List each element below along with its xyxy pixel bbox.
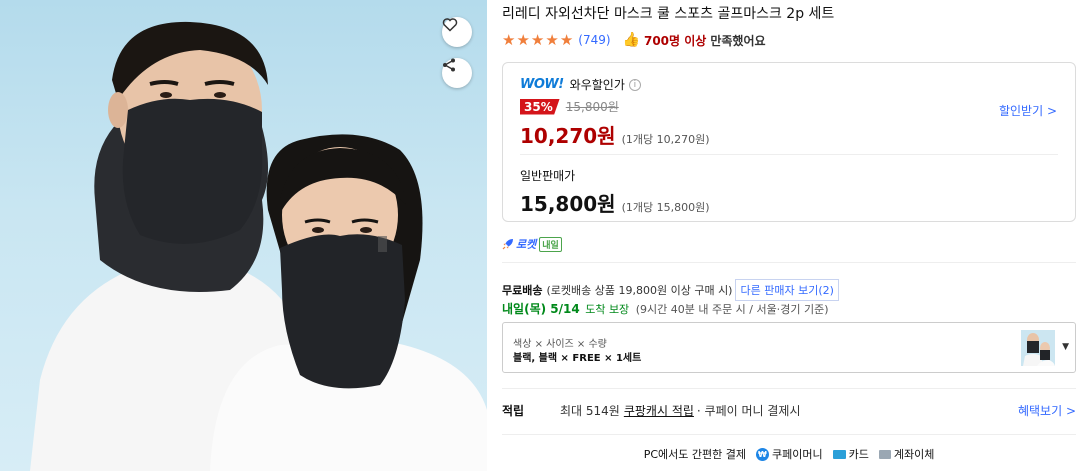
star-icon: ★ (502, 30, 516, 49)
normal-unit-price: (1개당 15,800원) (621, 201, 710, 214)
sale-price-row: 10,270원 (1개당 10,270원) (520, 120, 710, 149)
normal-price-row: 15,800원 (1개당 15,800원) (520, 188, 710, 217)
option-label: 색상 × 사이즈 × 수량 (513, 339, 607, 350)
star-icon: ★ (559, 30, 574, 49)
bank-transfer-label: 계좌이체 (893, 448, 935, 461)
discount-row: 35% 15,800원 (520, 98, 619, 115)
price-box: WOW! 와우할인가 i 35% 15,800원 10,270원 (1개당 10… (502, 62, 1076, 222)
normal-price-label: 일반판매가 (520, 169, 576, 183)
option-thumbnail (1021, 330, 1055, 366)
get-discount-link[interactable]: 할인받기 > (999, 102, 1057, 119)
coupang-cash-link[interactable]: 쿠팡캐시 적립 (624, 404, 694, 418)
star-icon: ★ (545, 30, 559, 49)
section-divider (502, 434, 1076, 435)
star-icon: ★ (516, 30, 530, 49)
price-divider (520, 154, 1058, 155)
arrival-condition: (9시간 40분 내 주문 시 / 서울⋅경기 기준) (635, 303, 829, 316)
points-max: 최대 514원 쿠팡캐시 적립 · 쿠페이 머니 결제시 (560, 402, 801, 419)
product-image[interactable] (0, 0, 487, 471)
view-benefits-link[interactable]: 혜택보기 > (1018, 402, 1076, 419)
product-info-panel: 리레디 자외선차단 마스크 쿨 스포츠 골프마스크 2p 세트 ★ ★ ★ ★ … (502, 0, 1080, 471)
discount-badge: 35% (520, 98, 560, 115)
free-shipping-label: 무료배송 (502, 284, 543, 297)
card-icon (832, 449, 846, 459)
option-value: 블랙, 블랙 × FREE × 1세트 (513, 353, 642, 364)
product-photo-illustration (30, 21, 487, 471)
sale-price: 10,270원 (520, 124, 616, 148)
rocket-label: 로켓 (516, 238, 537, 251)
section-divider (502, 388, 1076, 389)
card-label: 카드 (848, 448, 869, 461)
arrival-row: 내일(목) 5/14 도착 보장 (9시간 40분 내 주문 시 / 서울⋅경기… (502, 300, 829, 317)
arrival-guarantee: 도착 보장 (585, 303, 630, 316)
product-title: 리레디 자외선차단 마스크 쿨 스포츠 골프마스크 2p 세트 (502, 6, 835, 22)
rating-row[interactable]: ★ ★ ★ ★ ★ (749) 👍 700명 이상 만족했어요 (502, 30, 766, 50)
payment-intro: PC에서도 간편한 결제 (643, 448, 746, 461)
thumbs-up-icon: 👍 (622, 32, 640, 48)
wow-price-label: 와우할인가 (569, 78, 625, 92)
other-sellers-button[interactable]: 다른 판매자 보기(2) (735, 279, 839, 301)
payment-methods-row: PC에서도 간편한 결제 ₩ 쿠페이머니 카드 계좌이체 (502, 446, 1076, 462)
sale-unit-price: (1개당 10,270원) (621, 133, 710, 146)
review-count-link[interactable]: (749) (578, 33, 610, 47)
points-pay-condition: · 쿠페이 머니 결제시 (696, 404, 801, 418)
bank-transfer-icon (878, 449, 891, 459)
heart-icon (442, 18, 458, 32)
option-thumbnail-image (1023, 333, 1055, 366)
wishlist-button[interactable] (442, 17, 472, 47)
normal-price: 15,800원 (520, 192, 616, 216)
rocket-delivery-badge: 로켓 내일 (502, 236, 562, 252)
rating-stars: ★ ★ ★ ★ ★ (502, 30, 574, 49)
rocket-icon (502, 239, 513, 250)
satisfied-count: 700명 이상 (643, 33, 707, 48)
chevron-down-icon[interactable]: ▼ (1062, 342, 1069, 352)
option-selector[interactable]: 색상 × 사이즈 × 수량 블랙, 블랙 × FREE × 1세트 ▼ (502, 322, 1076, 373)
shipping-row: 무료배송 (로켓배송 상품 19,800원 이상 구매 시) 다른 판매자 보기… (502, 279, 839, 301)
tomorrow-badge: 내일 (539, 236, 562, 252)
points-max-value: 최대 514원 (560, 404, 620, 418)
satisfied-text: 만족했어요 (710, 33, 766, 48)
arrival-date: 내일(목) 5/14 (502, 302, 580, 316)
coupay-money-label: 쿠페이머니 (771, 448, 823, 461)
section-divider (502, 262, 1076, 263)
wow-logo: WOW! (520, 77, 564, 92)
points-label: 적립 (502, 404, 525, 418)
star-icon: ★ (530, 30, 545, 49)
original-price: 15,800원 (565, 100, 619, 114)
shipping-condition: (로켓배송 상품 19,800원 이상 구매 시) (546, 284, 733, 297)
share-icon (443, 58, 455, 72)
info-icon[interactable]: i (628, 78, 641, 91)
share-button[interactable] (442, 58, 472, 88)
wow-price-header: WOW! 와우할인가 i (520, 76, 641, 93)
coupay-icon: ₩ (755, 447, 769, 461)
